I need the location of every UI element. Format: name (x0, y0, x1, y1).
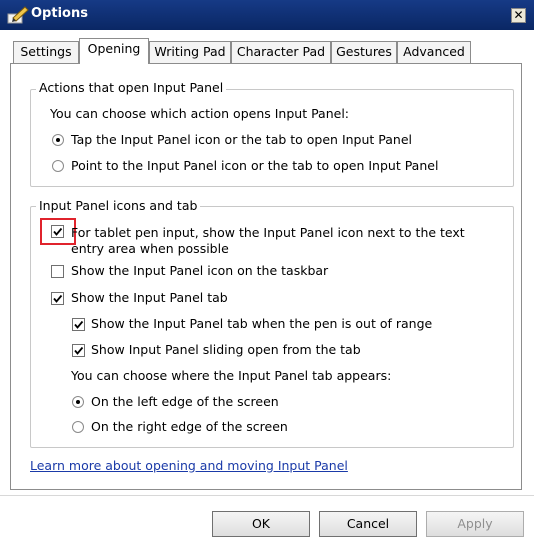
show-tab-out-of-range-label[interactable]: Show the Input Panel tab when the pen is… (91, 316, 432, 331)
left-edge-label[interactable]: On the left edge of the screen (91, 394, 279, 409)
actions-group-title: Actions that open Input Panel (36, 80, 227, 95)
show-tab-out-of-range-checkbox[interactable] (72, 318, 85, 331)
show-sliding-open-label[interactable]: Show Input Panel sliding open from the t… (91, 342, 361, 357)
show-sliding-open-checkbox[interactable] (72, 344, 85, 357)
tab-opening[interactable]: Opening (79, 38, 149, 64)
tap-option-radio[interactable] (52, 134, 64, 146)
show-icon-next-to-text-label-line2[interactable]: entry area when possible (71, 241, 229, 256)
tab-writing-pad[interactable]: Writing Pad (149, 41, 231, 63)
apply-button[interactable]: Apply (426, 511, 524, 537)
tab-character-pad[interactable]: Character Pad (231, 41, 331, 63)
show-icon-next-to-text-label-line1[interactable]: For tablet pen input, show the Input Pan… (71, 225, 465, 240)
show-icon-taskbar-checkbox[interactable] (51, 265, 64, 278)
point-option-radio[interactable] (52, 160, 64, 172)
window-title: Options (31, 6, 88, 21)
tab-label: Opening (87, 41, 141, 56)
actions-description: You can choose which action opens Input … (50, 106, 350, 121)
icons-group-title: Input Panel icons and tab (36, 198, 201, 213)
tab-label: Writing Pad (154, 44, 226, 59)
point-option-label[interactable]: Point to the Input Panel icon or the tab… (71, 158, 438, 173)
tab-advanced[interactable]: Advanced (397, 41, 471, 63)
learn-more-link[interactable]: Learn more about opening and moving Inpu… (30, 458, 348, 473)
footer-divider (0, 495, 534, 496)
tap-option-label[interactable]: Tap the Input Panel icon or the tab to o… (71, 132, 412, 147)
show-tab-label[interactable]: Show the Input Panel tab (71, 290, 228, 305)
right-edge-radio[interactable] (72, 421, 84, 433)
tab-label: Settings (20, 44, 72, 59)
tab-label: Gestures (336, 44, 392, 59)
tab-label: Advanced (403, 44, 465, 59)
close-button[interactable]: ✕ (511, 8, 526, 23)
ok-button[interactable]: OK (212, 511, 310, 537)
right-edge-label[interactable]: On the right edge of the screen (91, 419, 288, 434)
tab-settings[interactable]: Settings (13, 41, 79, 63)
show-icon-taskbar-label[interactable]: Show the Input Panel icon on the taskbar (71, 263, 328, 278)
title-bar: Options ✕ (0, 0, 534, 30)
cancel-button[interactable]: Cancel (319, 511, 417, 537)
pen-icon (7, 6, 29, 24)
show-tab-checkbox[interactable] (51, 292, 64, 305)
position-description: You can choose where the Input Panel tab… (71, 368, 392, 383)
tab-gestures[interactable]: Gestures (331, 41, 397, 63)
left-edge-radio[interactable] (72, 396, 84, 408)
tab-label: Character Pad (236, 44, 326, 59)
close-icon: ✕ (513, 8, 524, 22)
